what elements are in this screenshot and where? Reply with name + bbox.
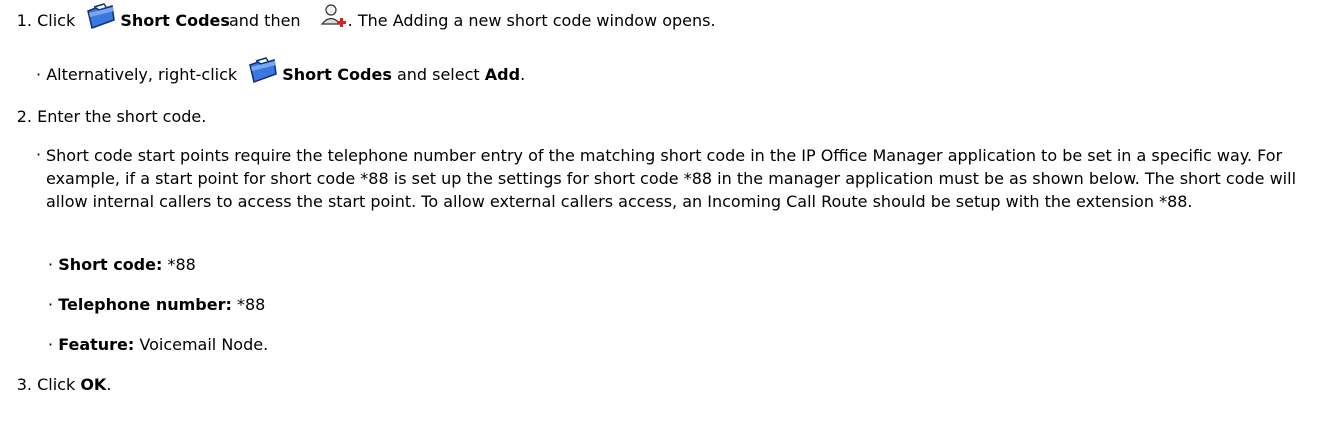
- setting-value: *88: [162, 255, 196, 274]
- short-codes-label[interactable]: Short Codes: [282, 65, 392, 84]
- and-then-text: and then: [228, 11, 301, 30]
- setting-value: *88: [231, 295, 266, 314]
- step-3: 3. Click OK.: [0, 374, 112, 396]
- setting-short-code: · Short code: *88: [48, 254, 196, 276]
- short-codes-folder-icon[interactable]: [84, 2, 120, 32]
- bullet: ·: [48, 335, 54, 354]
- step-1: 1. Click Short Codes and then . The Addi…: [0, 2, 716, 32]
- step-number: 3.: [16, 375, 32, 394]
- alt-prefix: Alternatively, right-click: [46, 65, 238, 84]
- bullet: ·: [36, 65, 42, 84]
- short-codes-folder-icon[interactable]: [246, 56, 282, 86]
- step-2: 2. Enter the short code.: [0, 106, 207, 128]
- step-number: 2.: [16, 107, 32, 126]
- short-codes-label[interactable]: Short Codes: [120, 11, 230, 30]
- setting-label: Telephone number:: [58, 295, 232, 314]
- setting-label: Short code:: [58, 255, 163, 274]
- setting-telephone-number: · Telephone number: *88: [48, 294, 265, 316]
- short-code-description: Short code start points require the tele…: [46, 146, 1297, 211]
- step-3-click: Click: [37, 375, 76, 394]
- add-menu-item[interactable]: Add: [485, 65, 520, 84]
- ok-button-label[interactable]: OK: [80, 375, 106, 394]
- setting-feature: · Feature: Voicemail Node.: [48, 334, 268, 356]
- bullet: ·: [48, 295, 54, 314]
- setting-label: Feature:: [58, 335, 135, 354]
- bullet: ·: [48, 255, 54, 274]
- step-1-rest: . The Adding a new short code window ope…: [347, 11, 716, 30]
- step-number: 1.: [16, 11, 32, 30]
- alt-select-text: and select: [396, 65, 480, 84]
- add-person-icon[interactable]: [318, 2, 348, 32]
- step-2-text: Enter the short code.: [37, 107, 207, 126]
- period: .: [520, 65, 526, 84]
- step-text-click: Click: [37, 11, 76, 30]
- period: .: [106, 375, 112, 394]
- step-1-alternative: · Alternatively, right-click Short Codes…: [36, 56, 525, 86]
- setting-value: Voicemail Node.: [134, 335, 269, 354]
- bullet: ·: [36, 145, 42, 164]
